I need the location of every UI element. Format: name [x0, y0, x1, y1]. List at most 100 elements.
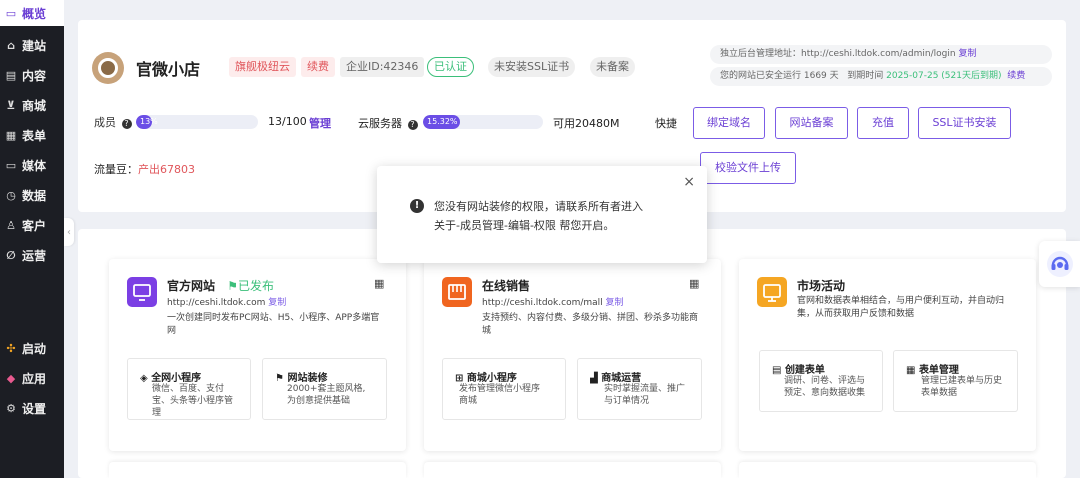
ssl-install-button[interactable]: SSL证书安装 [918, 107, 1011, 139]
copy-admin-url-link[interactable]: 复制 [958, 49, 976, 59]
help-icon[interactable]: ? [407, 120, 418, 130]
member-label: 成员 ? [94, 114, 132, 130]
sidebar-item-build[interactable]: ⌂ 建站 [0, 32, 64, 58]
marketing-icon [757, 277, 787, 307]
admin-url-line: 独立后台管理地址：http://ceshi.ltdok.com/admin/lo… [710, 45, 1052, 64]
sub-feature-desc: 微信、百度、支付 宝、头条等小程序管理 [152, 383, 233, 419]
mall-url[interactable]: http://ceshi.ltdok.com/mall [482, 298, 603, 308]
sidebar-item-label: 概览 [22, 6, 47, 21]
sidebar-item-apps[interactable]: ◆ 应用 [0, 365, 64, 391]
sub-feature-mall-mini-program[interactable]: ⊞ 商城小程序 发布管理微信小程序 商城 [442, 358, 566, 420]
copy-link[interactable]: 复制 [268, 298, 286, 308]
sidebar-item-label: 设置 [22, 401, 47, 416]
card-url: http://ceshi.ltdok.com 复制 [167, 295, 286, 308]
sub-feature-desc-line: 表单数据 [921, 388, 958, 398]
cloud-progress-fill: 15.32% [423, 115, 460, 129]
sidebar-item-operations[interactable]: ∅ 运营 [0, 242, 64, 268]
run-days: 您的网站已安全运行 1669 天 [720, 71, 839, 81]
sub-feature-desc-line: 理 [152, 408, 162, 418]
gear-icon: ⚙ [6, 401, 16, 415]
card-description-line: 网 [167, 326, 177, 336]
verified-badge: 已认证 [427, 57, 474, 77]
manage-members-link[interactable]: 管理 [309, 115, 331, 131]
recharge-button[interactable]: 充值 [857, 107, 909, 139]
sub-feature-mini-program[interactable]: ◈ 全网小程序 微信、百度、支付 宝、头条等小程序管理 [127, 358, 251, 420]
sub-feature-title: ▤ 创建表单 [772, 361, 825, 376]
sidebar-item-settings[interactable]: ⚙ 设置 [0, 395, 64, 421]
sub-feature-form-manage[interactable]: ▦ 表单管理 管理已建表单与历史 表单数据 [893, 350, 1018, 412]
sidebar-item-launch[interactable]: ✣ 启动 [0, 335, 64, 361]
bar-chart-icon: ▟ [590, 373, 598, 384]
customer-support-button[interactable] [1039, 241, 1080, 287]
member-label-text: 成员 [94, 116, 116, 129]
feature-card-online-sales[interactable]: 在线销售 ▦ http://ceshi.ltdok.com/mall 复制 支持… [424, 259, 721, 451]
edition-badge: 旗舰极纽云 [229, 57, 296, 77]
website-icon [127, 277, 157, 307]
member-progress: 13% [136, 115, 258, 129]
renew-badge[interactable]: 续费 [301, 57, 335, 77]
renew-link[interactable]: 续费 [1007, 71, 1025, 81]
shop-icon [442, 277, 472, 307]
sidebar-item-form[interactable]: ▦ 表单 [0, 122, 64, 148]
sub-feature-title: ▦ 表单管理 [906, 361, 959, 376]
sidebar-item-data[interactable]: ◷ 数据 [0, 182, 64, 208]
qr-code-icon[interactable]: ▦ [689, 277, 699, 290]
admin-url[interactable]: http://ceshi.ltdok.com/admin/login [801, 49, 956, 59]
sidebar-item-customer[interactable]: ♙ 客户 [0, 212, 64, 238]
feature-card-partial [109, 462, 406, 478]
card-description-line: 支持预约、内容付费、多级分销、拼团、秒杀多功能商 [482, 313, 699, 323]
feature-card-official-site[interactable]: 官方网站 ⚑已发布 ▦ http://ceshi.ltdok.com 复制 一次… [109, 259, 406, 451]
sub-feature-desc: 2000+套主题风格, 为创意提供基础 [287, 383, 365, 407]
expire-date: 2025-07-25 (521天后到期) [886, 71, 1002, 81]
expire-label: 到期时间 [847, 71, 884, 81]
sidebar-item-label: 表单 [22, 128, 47, 143]
site-url[interactable]: http://ceshi.ltdok.com [167, 298, 265, 308]
sub-feature-desc-line: 2000+套主题风格, [287, 384, 366, 394]
sidebar-collapse-toggle[interactable]: ‹ [64, 218, 74, 246]
verify-file-upload-button[interactable]: 校验文件上传 [700, 152, 796, 184]
icp-status-badge[interactable]: 未备案 [590, 57, 635, 77]
feature-card-partial [739, 462, 1036, 478]
sidebar-item-label: 运营 [22, 248, 47, 263]
monitor-icon: ▭ [5, 6, 17, 20]
close-icon[interactable]: × [683, 174, 695, 190]
link-icon: ∅ [6, 248, 16, 262]
card-description-line: 集，从而获取用户反馈和数据 [797, 309, 915, 319]
sub-feature-desc: 调研、问卷、评选与 预定、意向数据收集 [784, 375, 865, 399]
sub-feature-mall-operations[interactable]: ▟ 商城运营 实时掌握流量、推广 与订单情况 [577, 358, 702, 420]
cloud-server-label-text: 云服务器 [358, 117, 402, 130]
sidebar-item-label: 数据 [22, 188, 47, 203]
help-icon[interactable]: ? [121, 119, 132, 129]
sub-feature-desc-line: 调研、问卷、评选与 [784, 376, 866, 386]
available-storage: 可用20480M [553, 117, 620, 130]
card-description-line: 官网和数据表单相结合，与用户便利互动，并自动归 [797, 296, 1005, 306]
published-badge: 已发布 [237, 279, 274, 293]
sub-feature-desc-line: 管理已建表单与历史 [921, 376, 1003, 386]
site-info-box: 独立后台管理地址：http://ceshi.ltdok.com/admin/lo… [710, 45, 1052, 87]
create-form-icon: ▤ [772, 365, 782, 376]
sub-feature-title: ⊞ 商城小程序 [455, 369, 517, 384]
sidebar-item-label: 客户 [22, 218, 47, 233]
bind-domain-button[interactable]: 绑定域名 [693, 107, 765, 139]
sidebar-item-content[interactable]: ▤ 内容 [0, 62, 64, 88]
sub-feature-site-decorate[interactable]: ⚑ 网站装修 2000+套主题风格, 为创意提供基础 [262, 358, 387, 420]
cloud-progress: 15.32% [423, 115, 543, 129]
sidebar-item-media[interactable]: ▭ 媒体 [0, 152, 64, 178]
qr-code-icon[interactable]: ▦ [374, 277, 384, 290]
mini-program-icon: ◈ [140, 373, 148, 384]
ssl-status-badge[interactable]: 未安装SSL证书 [488, 57, 576, 77]
cart-icon: ⊻ [6, 98, 16, 112]
card-description: 官网和数据表单相结合，与用户便利互动，并自动归 集，从而获取用户反馈和数据 [797, 295, 1004, 321]
copy-link[interactable]: 复制 [606, 298, 624, 308]
warning-icon: ! [410, 199, 424, 213]
media-icon: ▭ [5, 158, 17, 172]
feature-card-marketing[interactable]: 市场活动 官网和数据表单相结合，与用户便利互动，并自动归 集，从而获取用户反馈和数… [739, 259, 1036, 451]
feature-card-partial [424, 462, 721, 478]
sub-feature-desc: 管理已建表单与历史 表单数据 [921, 375, 1002, 399]
launch-icon: ✣ [6, 341, 16, 355]
sidebar-item-mall[interactable]: ⊻ 商城 [0, 92, 64, 118]
sidebar-item-overview[interactable]: ▭ 概览 [0, 0, 64, 26]
site-filing-button[interactable]: 网站备案 [775, 107, 848, 139]
sub-feature-create-form[interactable]: ▤ 创建表单 调研、问卷、评选与 预定、意向数据收集 [759, 350, 883, 412]
sub-feature-title: ◈ 全网小程序 [140, 369, 201, 384]
